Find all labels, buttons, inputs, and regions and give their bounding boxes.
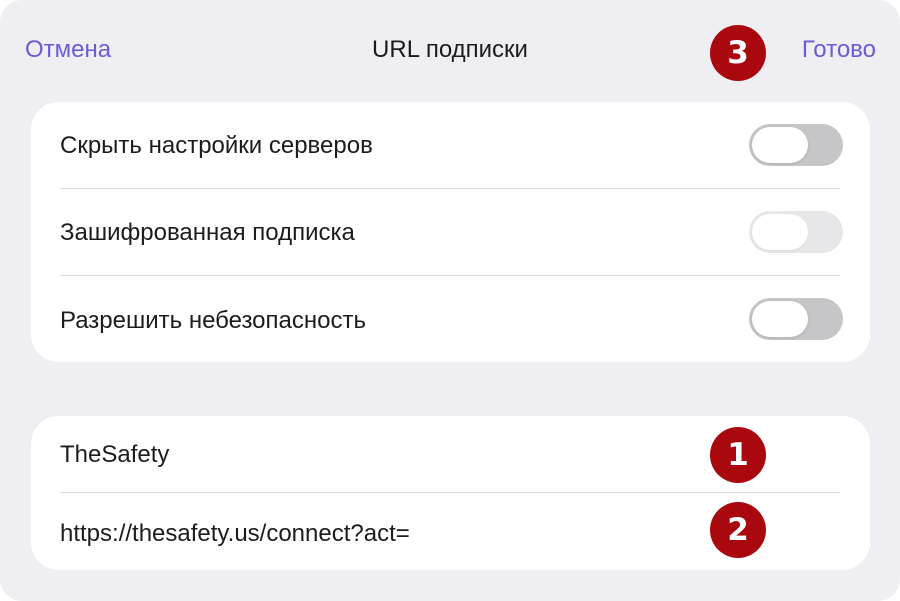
subscription-name-field[interactable]: TheSafety — [60, 441, 169, 469]
toggle-knob — [752, 301, 808, 337]
hide-servers-toggle[interactable] — [749, 124, 843, 166]
settings-card: Скрыть настройки серверов Зашифрованная … — [31, 102, 870, 362]
hide-servers-label: Скрыть настройки серверов — [60, 132, 373, 159]
step-marker-3: 3 — [710, 25, 766, 81]
settings-row-hide-servers: Скрыть настройки серверов — [31, 102, 870, 189]
toggle-knob — [752, 127, 808, 163]
done-button[interactable]: Готово — [802, 36, 876, 64]
encrypted-subscription-label: Зашифрованная подписка — [60, 219, 355, 246]
divider — [60, 492, 840, 493]
encrypted-subscription-toggle[interactable] — [749, 211, 843, 253]
toggle-knob — [752, 214, 808, 250]
settings-row-allow-insecure: Разрешить небезопасность — [31, 276, 870, 362]
allow-insecure-label: Разрешить небезопасность — [60, 307, 366, 334]
step-marker-2: 2 — [710, 502, 766, 558]
settings-row-encrypted: Зашифрованная подписка — [31, 189, 870, 276]
subscription-url-sheet: Отмена URL подписки Готово 3 Скрыть наст… — [0, 0, 900, 601]
allow-insecure-toggle[interactable] — [749, 298, 843, 340]
subscription-url-field[interactable]: https://thesafety.us/connect?act= — [60, 520, 410, 548]
step-marker-1: 1 — [710, 427, 766, 483]
